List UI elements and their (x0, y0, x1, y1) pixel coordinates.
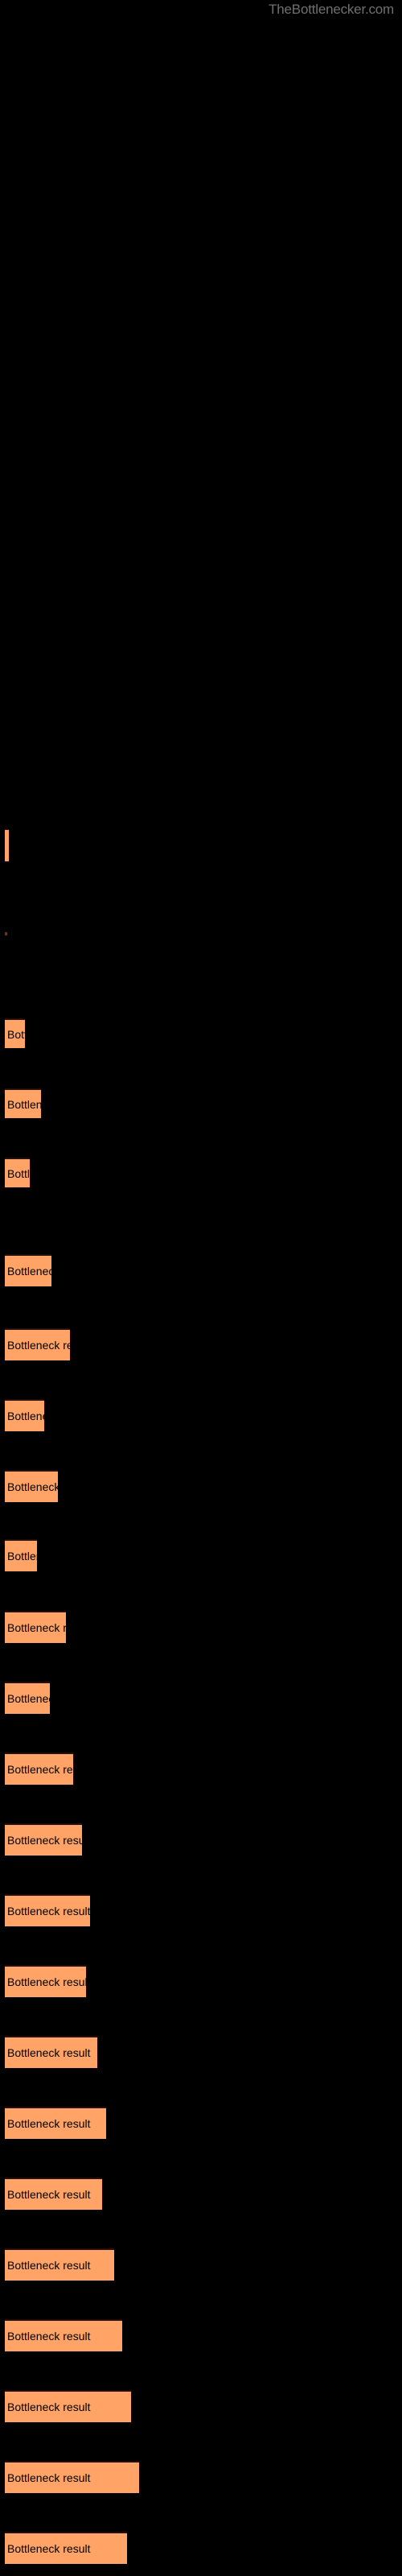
bar-row: Bottleneck result (0, 1823, 402, 1856)
page-root: TheBottlenecker.com Bottleneck resultBot… (0, 0, 402, 2576)
bar[interactable]: Bottleneck result (5, 1965, 86, 1997)
bar-row: Bottleneck result (0, 1894, 402, 1926)
bar[interactable]: Bottleneck result (5, 2461, 139, 2493)
bar[interactable]: Bottleneck result (5, 1088, 41, 1118)
bar[interactable]: Bottleneck result (5, 2319, 122, 2351)
bar-label: Bottleneck result (7, 1339, 70, 1352)
bar-row: Bottleneck result (0, 1158, 402, 1187)
bar[interactable]: Bottleneck result (5, 2390, 131, 2422)
bar-label: Bottleneck result (7, 1905, 90, 1918)
bar-row: Bottleneck result (0, 1752, 402, 1785)
bar-label: Bottleneck result (7, 1166, 30, 1180)
bar-row: Bottleneck result (0, 2036, 402, 2068)
bar-row: Bottleneck result (0, 829, 402, 861)
bar-label: Bottleneck result (7, 1265, 51, 1278)
bar-row: Bottleneck result (0, 1682, 402, 1714)
bar-label: Bottleneck result (7, 2542, 91, 2555)
bar-label: Bottleneck result (7, 1621, 66, 1634)
bar-row: Bottleneck result (0, 2390, 402, 2422)
bar-label: Bottleneck result (7, 1763, 73, 1776)
bar-label: Bottleneck result (7, 1550, 37, 1563)
bar-row: Bottleneck result (0, 1254, 402, 1286)
bottleneck-bar-chart: Bottleneck result Bottleneck result Bottle… (0, 0, 402, 2576)
bar-label: Bottleneck result (7, 1692, 50, 1705)
bar[interactable]: Bottleneck result (5, 829, 9, 861)
bar-row: Bottleneck result (0, 2178, 402, 2210)
bar-row: Bottleneck result (0, 1328, 402, 1360)
bar[interactable]: Bottleneck result (5, 1158, 30, 1187)
bar[interactable]: Bottleneck result (5, 2178, 102, 2210)
bar[interactable]: Bottleneck result (5, 1823, 82, 1856)
bar-row: Bottleneck result (0, 2319, 402, 2351)
bar-label: Bottleneck result (7, 2401, 91, 2413)
bar-label: Bottleneck result (7, 1834, 82, 1847)
bar[interactable]: Bottleneck result (5, 1611, 66, 1643)
bar-label: Bottleneck result (7, 1480, 58, 1493)
bar[interactable]: Bottleneck result (5, 1894, 90, 1926)
bar[interactable]: Bottleneck result (5, 2107, 106, 2139)
bar-row: Bottleneck result (0, 932, 402, 935)
bar-label: Bottleneck result (7, 1027, 25, 1041)
bar-row: Bottleneck result (0, 2461, 402, 2493)
bar-row: Bottleneck result (0, 2532, 402, 2564)
bar-row: Bottleneck result (0, 1018, 402, 1048)
bar[interactable]: Bottleneck result (5, 1539, 37, 1571)
bar[interactable]: Bottleneck result (5, 932, 7, 935)
bar-row: Bottleneck result (0, 1088, 402, 1118)
bar-row: Bottleneck result (0, 2107, 402, 2139)
bar-label: Bottleneck result (7, 2471, 91, 2484)
bar[interactable]: Bottleneck result (5, 1752, 73, 1785)
bar[interactable]: Bottleneck result (5, 1399, 44, 1431)
bar[interactable]: Bottleneck result (5, 1018, 25, 1048)
bar-label: Bottleneck result (7, 1975, 86, 1988)
bar[interactable]: Bottleneck result (5, 1328, 70, 1360)
bar-row: Bottleneck result (0, 1399, 402, 1431)
bar-label: Bottleneck result (7, 1410, 44, 1422)
bar-label: Bottleneck result (7, 1097, 41, 1111)
bar-row: Bottleneck result (0, 1539, 402, 1571)
bar-label: Bottleneck result (7, 2259, 91, 2272)
bar-row: Bottleneck result (0, 1470, 402, 1502)
bar-label: Bottleneck result (7, 2046, 91, 2059)
bar-label: Bottleneck result (7, 2330, 91, 2343)
bar-label: Bottleneck result (7, 2117, 91, 2130)
bar-row: Bottleneck result (0, 1965, 402, 1997)
bar[interactable]: Bottleneck result (5, 2532, 127, 2564)
bar[interactable]: Bottleneck result (5, 1682, 50, 1714)
bar[interactable]: Bottleneck result (5, 1470, 58, 1502)
bar[interactable]: Bottleneck result (5, 1254, 51, 1286)
bar[interactable]: Bottleneck result (5, 2248, 114, 2281)
bar-row: Bottleneck result (0, 1611, 402, 1643)
bar-label: Bottleneck result (7, 2188, 91, 2201)
bar-row: Bottleneck result (0, 2248, 402, 2281)
bar[interactable]: Bottleneck result (5, 2036, 97, 2068)
